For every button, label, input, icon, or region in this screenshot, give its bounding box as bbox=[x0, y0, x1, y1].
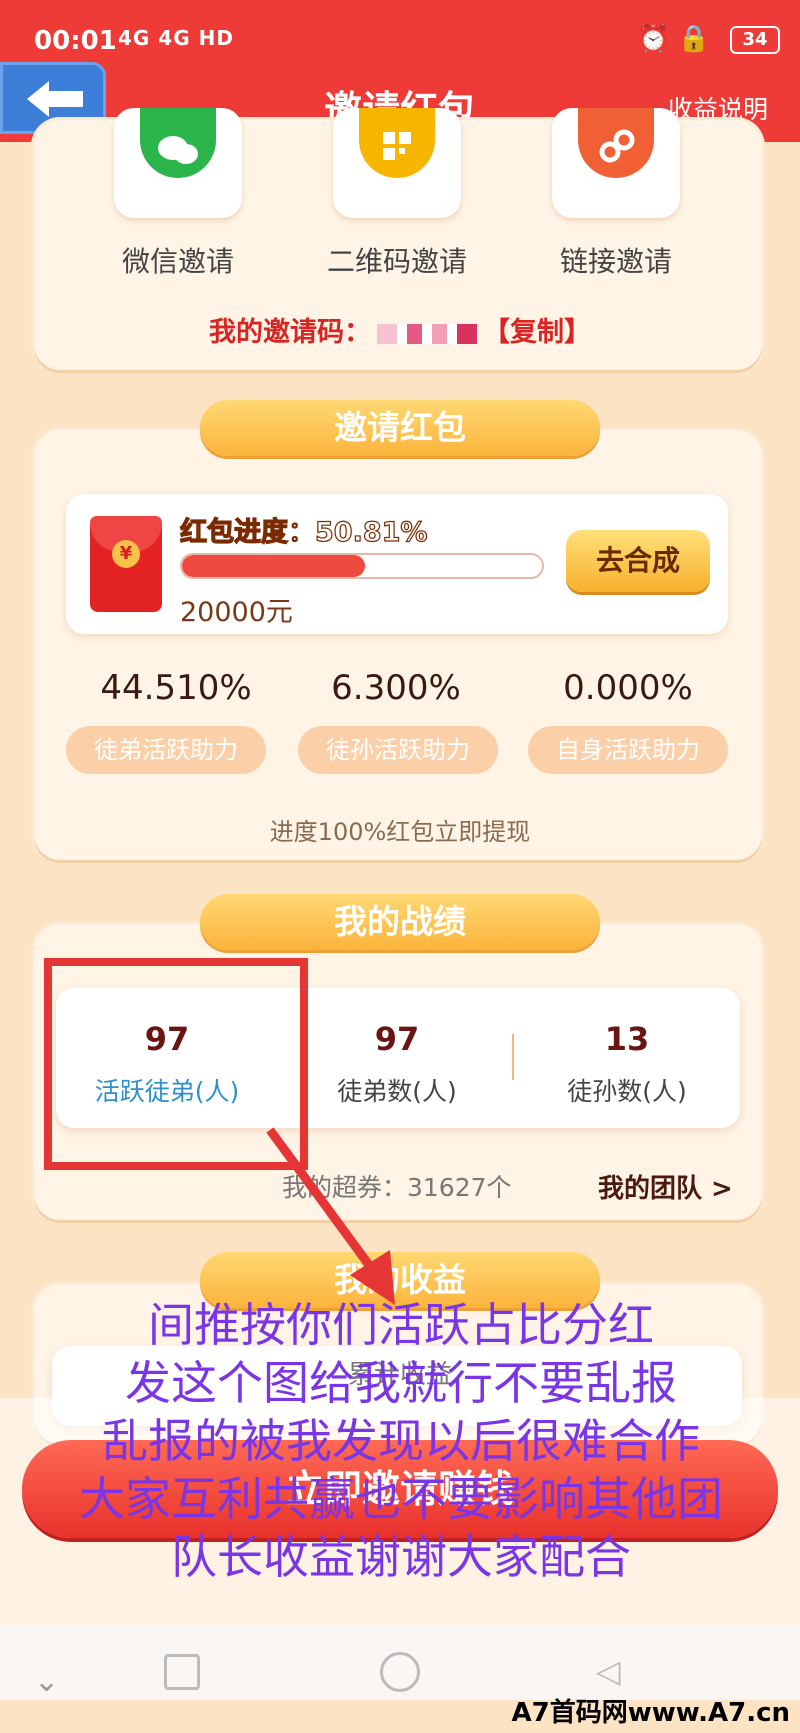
link-icon bbox=[578, 108, 654, 178]
redpacket-progress-label: 红包进度：50.81% bbox=[179, 516, 428, 548]
redpacket-progress-fill bbox=[182, 555, 365, 577]
stat-pill: 徒孙活跃助力 bbox=[298, 726, 498, 774]
grand-disciples-count: 13 bbox=[604, 1020, 650, 1058]
stat-value: 44.510% bbox=[100, 668, 252, 708]
record-section-title: 我的战绩 bbox=[200, 894, 600, 950]
alarm-lock-icons: ⏰ 🔒 bbox=[636, 24, 710, 54]
redpacket-amount: 20000元 bbox=[180, 597, 293, 628]
disciples-label: 徒弟数(人) bbox=[337, 1077, 457, 1106]
redpacket-progress-bar bbox=[180, 553, 544, 579]
disciples-count: 97 bbox=[374, 1020, 420, 1058]
annotation-line: 乱报的被我发现以后很难合作 bbox=[102, 1414, 700, 1468]
annotation-line: 发这个图给我就行不要乱报 bbox=[125, 1356, 677, 1410]
invite-code-row: 我的邀请码： 【复制】 bbox=[0, 310, 800, 349]
link-invite-label: 链接邀请 bbox=[559, 245, 672, 278]
annotation-line: 间推按你们活跃占比分红 bbox=[148, 1298, 654, 1352]
wechat-icon bbox=[140, 108, 216, 178]
network-indicator: 4G 4G HD bbox=[118, 26, 234, 50]
link-invite-button[interactable] bbox=[552, 108, 680, 218]
copy-button[interactable]: 【复制】 bbox=[483, 317, 591, 348]
wechat-invite-button[interactable] bbox=[114, 108, 242, 218]
qrcode-invite-label: 二维码邀请 bbox=[326, 245, 467, 278]
annotation-overlay-text: 间推按你们活跃占比分红 发这个图给我就行不要乱报 乱报的被我发现以后很难合作 大… bbox=[66, 1296, 736, 1586]
watermark: A7首码网www.A7.cn bbox=[511, 1698, 791, 1728]
invite-code-label: 我的邀请码： bbox=[209, 317, 371, 348]
nav-collapse-icon[interactable]: ⌄ bbox=[34, 1664, 59, 1699]
battery-icon: 34 bbox=[730, 26, 780, 54]
stat-pill: 徒弟活跃助力 bbox=[66, 726, 266, 774]
invite-code-redacted bbox=[377, 323, 477, 344]
qrcode-icon bbox=[359, 108, 435, 178]
qrcode-invite-button[interactable] bbox=[333, 108, 461, 218]
stat-value: 0.000% bbox=[563, 668, 693, 708]
status-time: 00:01 bbox=[34, 26, 117, 56]
annotation-arrow-icon bbox=[266, 1127, 395, 1305]
redpacket-section-title: 邀请红包 bbox=[200, 400, 600, 456]
my-team-link[interactable]: 我的团队 > bbox=[598, 1168, 733, 1205]
annotation-line: 大家互利共赢也不要影响其他团队长收益谢谢大家配合 bbox=[79, 1472, 723, 1584]
redpacket-icon: ¥ bbox=[90, 516, 162, 612]
redpacket-hint: 进度100%红包立即提现 bbox=[269, 818, 531, 846]
wechat-invite-label: 微信邀请 bbox=[121, 245, 234, 278]
grand-disciples-label: 徒孙数(人) bbox=[567, 1077, 687, 1106]
synthesize-button[interactable]: 去合成 bbox=[566, 530, 710, 592]
nav-home-icon[interactable] bbox=[380, 1652, 420, 1692]
stat-pill: 自身活跃助力 bbox=[528, 726, 728, 774]
nav-recents-icon[interactable] bbox=[164, 1654, 200, 1690]
stat-value: 6.300% bbox=[331, 668, 461, 708]
nav-back-icon[interactable]: ◁ bbox=[596, 1652, 621, 1690]
